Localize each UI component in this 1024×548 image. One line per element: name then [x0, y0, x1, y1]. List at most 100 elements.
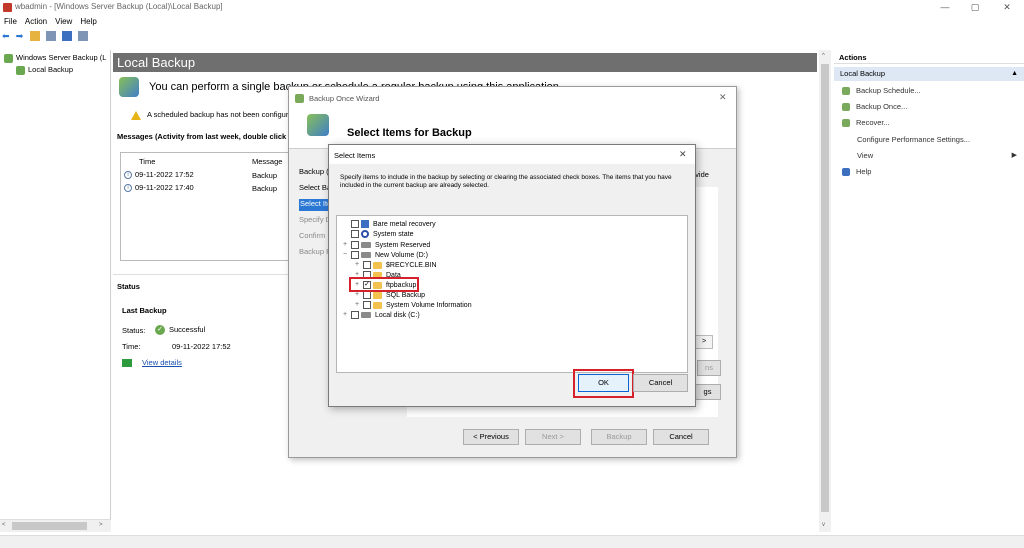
status-value: Successful	[169, 325, 206, 334]
tree-item-windows-server-backup[interactable]: Windows Server Backup (L	[4, 53, 106, 63]
tree-node[interactable]: + System Volume Information	[343, 300, 472, 310]
title-bar: wbadmin - [Windows Server Backup (Local)…	[0, 0, 1024, 15]
minimize-button[interactable]: —	[930, 0, 960, 15]
action-recover[interactable]: Recover...	[842, 118, 890, 128]
backup-button[interactable]: Backup	[591, 429, 647, 445]
checkbox[interactable]	[363, 261, 371, 269]
collapse-icon[interactable]: ▲	[1011, 67, 1018, 81]
scroll-left-icon[interactable]: <	[2, 522, 6, 528]
toolbar: ⬅ ➡	[2, 31, 92, 44]
menu-action[interactable]: Action	[25, 17, 47, 26]
checkbox[interactable]	[363, 291, 371, 299]
folder-icon	[373, 291, 382, 299]
scroll-thumb[interactable]	[821, 64, 829, 512]
backup-icon	[119, 77, 139, 97]
scroll-right-icon[interactable]: >	[695, 335, 713, 349]
time-label: Time:	[122, 342, 141, 351]
checkbox[interactable]	[351, 230, 359, 239]
advanced-settings-button[interactable]: gs	[694, 384, 721, 400]
remove-items-button[interactable]: ns	[697, 360, 721, 376]
expand-toggle-icon[interactable]: +	[355, 260, 363, 270]
tree-node-label: Local disk (C:)	[375, 311, 420, 319]
column-header-message[interactable]: Message	[252, 157, 282, 166]
page-title: Local Backup	[113, 53, 817, 72]
action-backup-schedule[interactable]: Backup Schedule...	[842, 86, 921, 96]
show-hide-action-pane-icon[interactable]	[78, 31, 89, 41]
menu-help[interactable]: Help	[80, 17, 96, 26]
submenu-arrow-icon: ▶	[1011, 152, 1017, 159]
tree-node-label: SQL Backup	[386, 291, 426, 299]
last-backup-title: Last Backup	[122, 306, 167, 315]
menu-file[interactable]: File	[4, 17, 17, 26]
forward-icon[interactable]: ➡	[16, 31, 24, 41]
scroll-thumb[interactable]	[12, 522, 87, 530]
action-view[interactable]: View ▶	[857, 151, 1017, 160]
previous-button[interactable]: < Previous	[463, 429, 519, 445]
system-state-icon	[361, 230, 369, 239]
window-title: wbadmin - [Windows Server Backup (Local)…	[15, 2, 223, 11]
drive-icon	[361, 252, 371, 258]
scroll-down-icon[interactable]: v	[822, 522, 825, 528]
tree-node-label: System state	[373, 231, 414, 238]
scroll-right-icon[interactable]: >	[99, 522, 103, 528]
wizard-heading: Select Items for Backup	[347, 127, 472, 139]
select-items-cancel-button[interactable]: Cancel	[633, 374, 688, 392]
tree-node[interactable]: Bare metal recovery	[343, 220, 472, 230]
action-backup-once[interactable]: Backup Once...	[842, 102, 907, 112]
expand-toggle-icon[interactable]: +	[355, 300, 363, 310]
actions-section-local-backup[interactable]: Local Backup ▲	[834, 67, 1024, 81]
checkbox[interactable]	[351, 220, 359, 229]
actions-header: Actions	[834, 53, 1024, 64]
table-row[interactable]: i 09-11-2022 17:40	[124, 183, 194, 193]
back-icon[interactable]: ⬅	[2, 31, 10, 41]
cancel-button[interactable]: Cancel	[653, 429, 709, 445]
close-button[interactable]: ✕	[992, 0, 1022, 15]
navigation-tree: Windows Server Backup (L Local Backup < …	[0, 50, 111, 532]
checkbox[interactable]	[351, 311, 359, 319]
view-details-link[interactable]: View details	[142, 358, 182, 367]
next-button[interactable]: Next >	[525, 429, 581, 445]
recover-icon	[842, 119, 850, 128]
tree-node[interactable]: + System Reserved	[343, 240, 472, 250]
scroll-up-icon[interactable]: ^	[822, 53, 825, 59]
tree-node[interactable]: + Local disk (C:)	[343, 310, 472, 320]
drive-icon	[361, 242, 371, 248]
expand-toggle-icon[interactable]: −	[343, 250, 351, 260]
info-icon: i	[124, 171, 132, 180]
status-label: Status:	[122, 326, 146, 335]
actions-pane: Actions Local Backup ▲ Backup Schedule..…	[834, 50, 1024, 532]
restore-button[interactable]: ▢	[960, 0, 990, 15]
menu-view[interactable]: View	[55, 17, 72, 26]
help-icon[interactable]	[62, 31, 73, 41]
tree-horizontal-scrollbar[interactable]: < >	[0, 519, 111, 532]
checkbox[interactable]	[351, 241, 359, 249]
select-items-tree[interactable]: Bare metal recovery System state + System R…	[336, 215, 688, 373]
console-tree-icon[interactable]	[45, 31, 56, 41]
backup-wizard-icon	[307, 114, 329, 136]
checkbox[interactable]	[351, 251, 359, 259]
details-icon	[122, 359, 132, 368]
checkbox[interactable]	[363, 301, 371, 309]
expand-toggle-icon[interactable]: +	[343, 310, 351, 320]
tree-node-label: $RECYCLE.BIN	[386, 261, 437, 269]
wizard-close-button[interactable]: ✕	[719, 92, 727, 103]
app-icon	[3, 3, 12, 12]
ok-button[interactable]: OK	[578, 374, 629, 392]
tree-node[interactable]: + ✓ ftpbackup	[343, 277, 472, 292]
expand-toggle-icon[interactable]: +	[343, 240, 351, 250]
status-value-row: ✓ Successful	[151, 325, 206, 336]
table-row[interactable]: i 09-11-2022 17:52	[124, 170, 194, 180]
up-folder-icon[interactable]	[29, 31, 40, 41]
select-items-close-button[interactable]: ✕	[679, 149, 687, 160]
main-vertical-scrollbar[interactable]: ^ v	[819, 50, 831, 532]
tree-item-local-backup[interactable]: Local Backup	[16, 65, 73, 75]
tree-node[interactable]: − New Volume (D:)	[343, 250, 472, 260]
backup-icon	[4, 53, 13, 63]
column-header-time[interactable]: Time	[139, 157, 155, 166]
tree-node[interactable]: + $RECYCLE.BIN	[343, 260, 472, 270]
tree-nodes: Bare metal recovery System state + System R…	[343, 220, 472, 320]
tree-node-label: Bare metal recovery	[373, 221, 436, 228]
tree-node[interactable]: System state	[343, 230, 472, 240]
action-help[interactable]: Help	[842, 167, 871, 177]
action-configure-performance[interactable]: Configure Performance Settings...	[857, 135, 970, 144]
